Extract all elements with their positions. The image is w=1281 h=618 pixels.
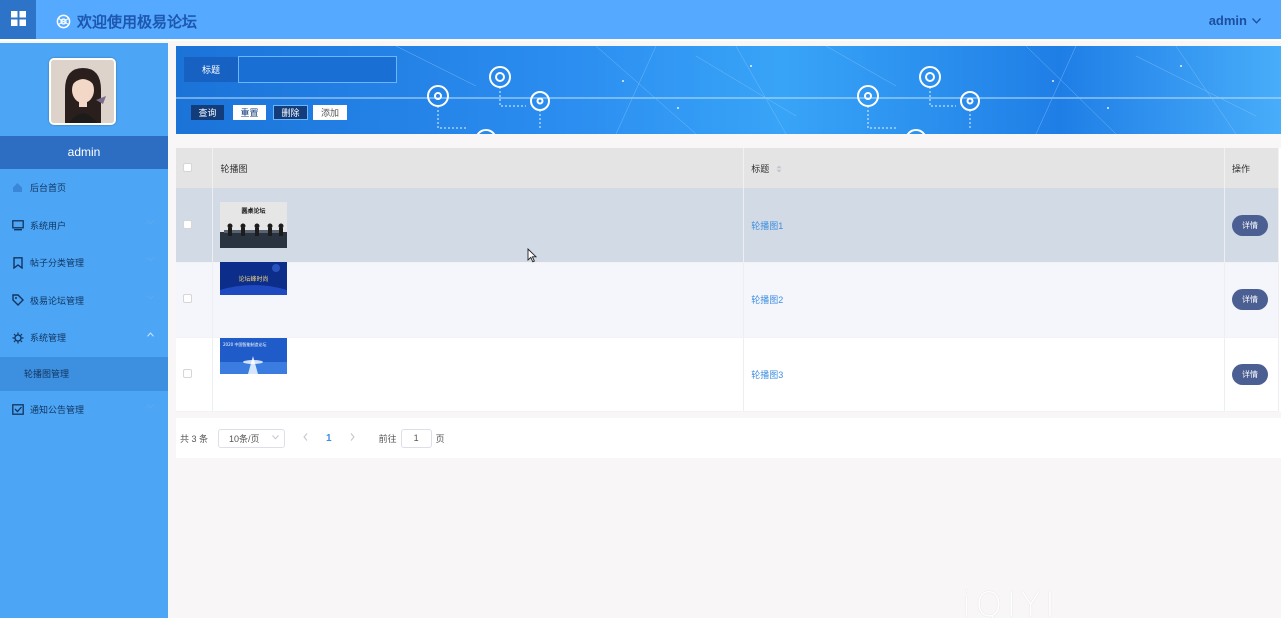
carousel-image: 论坛峰时尚 (220, 261, 288, 295)
row-checkbox[interactable] (183, 368, 192, 378)
sidebar-item-post-categories[interactable]: 帖子分类管理 (0, 244, 168, 282)
row-title-link[interactable]: 轮播图3 (751, 370, 783, 380)
sidebar-item-system-users[interactable]: 系统用户 (0, 207, 168, 245)
sidebar-subitem-carousel[interactable]: 轮播图管理 (0, 356, 168, 391)
total-count: 共 3 条 (180, 433, 209, 444)
goto-prefix: 前往 (378, 433, 397, 444)
title-search-input[interactable] (238, 56, 397, 83)
chevron-left-icon (303, 432, 308, 441)
app-title-text: 欢迎使用极易论坛 (77, 14, 198, 31)
chevron-down-icon (147, 403, 154, 409)
sidebar-item-label: 通知公告管理 (30, 404, 85, 415)
row-title-cell: 轮播图2 (743, 262, 1225, 338)
user-menu[interactable]: admin (1209, 13, 1261, 28)
avatar (49, 58, 116, 125)
row-checkbox[interactable] (183, 294, 192, 304)
row-actions-cell: 详情 (1224, 262, 1280, 338)
row-title-cell: 轮播图3 (743, 337, 1225, 412)
title-field-label: 标题 (184, 57, 238, 82)
chevron-right-icon (350, 432, 355, 441)
row-title-link[interactable]: 轮播图1 (751, 221, 783, 231)
sidebar-item-label: 后台首页 (30, 183, 67, 194)
goto-page-input[interactable] (400, 428, 432, 448)
chevron-up-icon (147, 332, 154, 337)
chevron-down-icon (272, 434, 279, 440)
gear-icon (11, 331, 24, 344)
carousel-image: 圆桌论坛 (220, 202, 288, 248)
chevron-down-icon (147, 257, 154, 262)
page-number[interactable]: 1 (326, 433, 332, 444)
grid-icon (10, 10, 26, 31)
row-title-link[interactable]: 轮播图2 (751, 295, 783, 305)
sidebar-item-label: 帖子分类管理 (30, 258, 85, 269)
carousel-table: 轮播图 标题 操作 圆桌论坛 轮播图1 详情 论坛峰时尚 轮播图2 详情 202… (176, 148, 1281, 412)
carousel-image-text: 论坛峰时尚 (239, 275, 269, 283)
column-header-image: 轮播图 (212, 148, 745, 188)
sidebar-item-forum-management[interactable]: 极易论坛管理 (0, 282, 168, 320)
row-actions-cell: 详情 (1224, 188, 1280, 263)
row-title-cell: 轮播图1 (743, 188, 1225, 263)
query-button[interactable]: 查询 (191, 105, 224, 120)
column-header-title-text: 标题 (751, 163, 770, 174)
sidebar-item-system-management[interactable]: 系统管理 (0, 319, 168, 357)
select-all-cell (176, 148, 214, 188)
sidebar-item-label: 系统用户 (30, 220, 67, 231)
sidebar: admin 后台首页 系统用户 帖子分类管理 极易论坛管理 系统管理 轮播图管理 (0, 43, 168, 618)
search-panel: 标题 查询 重置 删除 添加 (176, 46, 1281, 134)
sidebar-item-home[interactable]: 后台首页 (0, 169, 168, 207)
goto-suffix: 页 (435, 433, 445, 444)
row-select-cell (176, 262, 214, 338)
detail-button[interactable]: 详情 (1231, 214, 1268, 236)
row-checkbox[interactable] (183, 219, 192, 229)
row-select-cell (176, 337, 214, 412)
pagination: 共 3 条 10条/页 1 前往 页 (176, 418, 1281, 458)
select-all-checkbox[interactable] (183, 162, 192, 172)
next-page-button[interactable] (350, 432, 355, 444)
row-image-cell: 圆桌论坛 (212, 188, 745, 263)
bookmark-icon (11, 256, 24, 269)
home-icon (11, 181, 24, 194)
table-row[interactable]: 圆桌论坛 轮播图1 详情 (176, 188, 1280, 263)
column-header-actions: 操作 (1224, 148, 1280, 188)
chevron-down-icon (1252, 17, 1261, 24)
row-actions-cell: 详情 (1224, 337, 1280, 412)
top-header: 欢迎使用极易论坛 admin (0, 0, 1281, 41)
monitor-icon (11, 219, 24, 232)
sidebar-item-notice-management[interactable]: 通知公告管理 (0, 391, 168, 429)
prev-page-button[interactable] (303, 432, 308, 444)
detail-button[interactable]: 详情 (1231, 289, 1268, 311)
sidebar-item-label: 系统管理 (30, 333, 67, 344)
row-image-cell: 论坛峰时尚 (212, 261, 745, 338)
avatar-area (0, 43, 168, 136)
carousel-image-text: 2020 中国智能制造论坛 (223, 341, 266, 347)
page-size-select[interactable]: 10条/页 (218, 428, 286, 448)
table-row[interactable]: 2020 中国智能制造论坛 轮播图3 详情 (176, 337, 1280, 412)
delete-button[interactable]: 删除 (273, 105, 308, 120)
carousel-image: 2020 中国智能制造论坛 (220, 338, 288, 375)
tag-icon (11, 294, 24, 307)
main-content: 标题 查询 重置 删除 添加 轮播图 标题 操作 圆桌论坛 轮播图1 详情 论坛… (176, 46, 1281, 458)
page-size-value: 10条/页 (229, 433, 260, 444)
table-row[interactable]: 论坛峰时尚 轮播图2 详情 (176, 261, 1280, 338)
logo-icon (56, 14, 71, 29)
column-header-title[interactable]: 标题 (743, 148, 1225, 188)
mouse-cursor-icon (527, 248, 537, 263)
reset-button[interactable]: 重置 (233, 105, 266, 120)
chevron-down-icon (147, 294, 154, 300)
sort-icon[interactable] (776, 165, 782, 173)
inbox-icon (11, 403, 24, 416)
row-select-cell (176, 188, 214, 263)
chevron-down-icon (147, 219, 154, 225)
sidebar-item-label: 极易论坛管理 (30, 295, 85, 306)
sidebar-username: admin (0, 136, 168, 169)
carousel-image-text: 圆桌论坛 (242, 207, 266, 215)
table-header-row: 轮播图 标题 操作 (176, 148, 1280, 188)
row-image-cell: 2020 中国智能制造论坛 (212, 337, 745, 412)
detail-button[interactable]: 详情 (1231, 363, 1268, 385)
menu-toggle-button[interactable] (0, 0, 36, 41)
user-name: admin (1208, 13, 1247, 28)
add-button[interactable]: 添加 (313, 105, 347, 120)
app-title: 欢迎使用极易论坛 (56, 11, 197, 32)
watermark-logo: iQIYI (962, 585, 1060, 618)
